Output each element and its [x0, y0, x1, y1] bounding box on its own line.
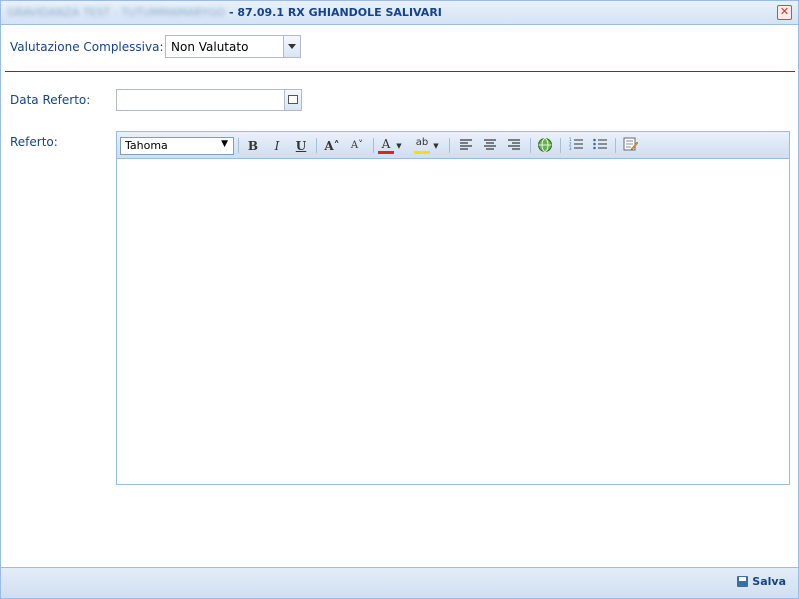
chevron-down-icon: [288, 44, 296, 49]
date-picker-trigger[interactable]: [284, 90, 301, 110]
underline-button[interactable]: U: [293, 137, 309, 155]
dropdown-arrow-icon: ▼: [221, 139, 228, 149]
font-color-button[interactable]: A: [378, 137, 394, 154]
window-titlebar: GRAVIDANZA TEST - TUTUMMAMARYGO - 87.09.…: [1, 1, 798, 25]
save-button[interactable]: Salva: [737, 575, 786, 588]
align-left-icon: [460, 139, 472, 150]
toolbar-separator: [238, 138, 239, 153]
report-window: GRAVIDANZA TEST - TUTUMMAMARYGO - 87.09.…: [0, 0, 799, 599]
increase-font-button[interactable]: A˄: [322, 137, 342, 155]
patient-name-blurred: GRAVIDANZA TEST - TUTUMMAMARYGO: [7, 6, 226, 19]
valutazione-value: Non Valutato: [171, 40, 249, 54]
toolbar-separator: [316, 138, 317, 153]
floppy-disk-icon: [737, 576, 749, 587]
toolbar-separator: [560, 138, 561, 153]
unordered-list-icon: [593, 138, 607, 150]
highlight-dropdown-icon[interactable]: ▼: [432, 137, 440, 155]
close-icon[interactable]: ✕: [777, 5, 792, 20]
bold-button[interactable]: B: [245, 137, 261, 155]
source-edit-button[interactable]: [621, 137, 639, 155]
save-button-label: Salva: [752, 575, 786, 588]
html-editor: Tahoma ▼ B I U A˄ A˅ A ▼ ab ▼ 1 2 3: [116, 131, 790, 485]
editor-toolbar: Tahoma ▼ B I U A˄ A˅ A ▼ ab ▼ 1 2 3: [117, 132, 789, 159]
font-family-select[interactable]: Tahoma ▼: [120, 137, 234, 155]
data-referto-label: Data Referto:: [10, 93, 91, 107]
toolbar-separator: [530, 138, 531, 153]
toolbar-separator: [373, 138, 374, 153]
ordered-list-icon: 123: [569, 137, 583, 151]
toolbar-separator: [615, 138, 616, 153]
align-left-button[interactable]: [457, 137, 475, 155]
italic-button[interactable]: I: [269, 137, 285, 155]
insert-link-button[interactable]: [536, 137, 554, 155]
source-edit-icon: [623, 137, 638, 151]
exam-title: - 87.09.1 RX GHIANDOLE SALIVARI: [228, 6, 442, 19]
toolbar-separator: [449, 138, 450, 153]
window-footer: Salva: [1, 567, 798, 598]
align-center-button[interactable]: [481, 137, 499, 155]
calendar-icon: [288, 95, 298, 104]
section-divider: [5, 71, 795, 72]
decrease-font-button[interactable]: A˅: [347, 137, 367, 155]
align-right-icon: [508, 139, 520, 150]
font-color-dropdown-icon[interactable]: ▼: [395, 137, 403, 155]
valutazione-label: Valutazione Complessiva:: [10, 40, 164, 54]
data-referto-field[interactable]: [116, 89, 302, 111]
referto-label: Referto:: [10, 135, 58, 149]
svg-text:3: 3: [569, 146, 572, 150]
align-right-button[interactable]: [505, 137, 523, 155]
ordered-list-button[interactable]: 123: [567, 137, 585, 155]
font-family-value: Tahoma: [125, 139, 168, 152]
link-globe-icon: [538, 138, 552, 152]
align-center-icon: [484, 139, 496, 150]
window-title: GRAVIDANZA TEST - TUTUMMAMARYGO - 87.09.…: [7, 6, 442, 19]
highlight-button[interactable]: ab: [414, 137, 430, 154]
unordered-list-button[interactable]: [591, 137, 609, 155]
editor-text-area[interactable]: [117, 159, 789, 484]
dropdown-trigger[interactable]: [283, 36, 300, 57]
valutazione-select[interactable]: Non Valutato: [165, 35, 301, 58]
